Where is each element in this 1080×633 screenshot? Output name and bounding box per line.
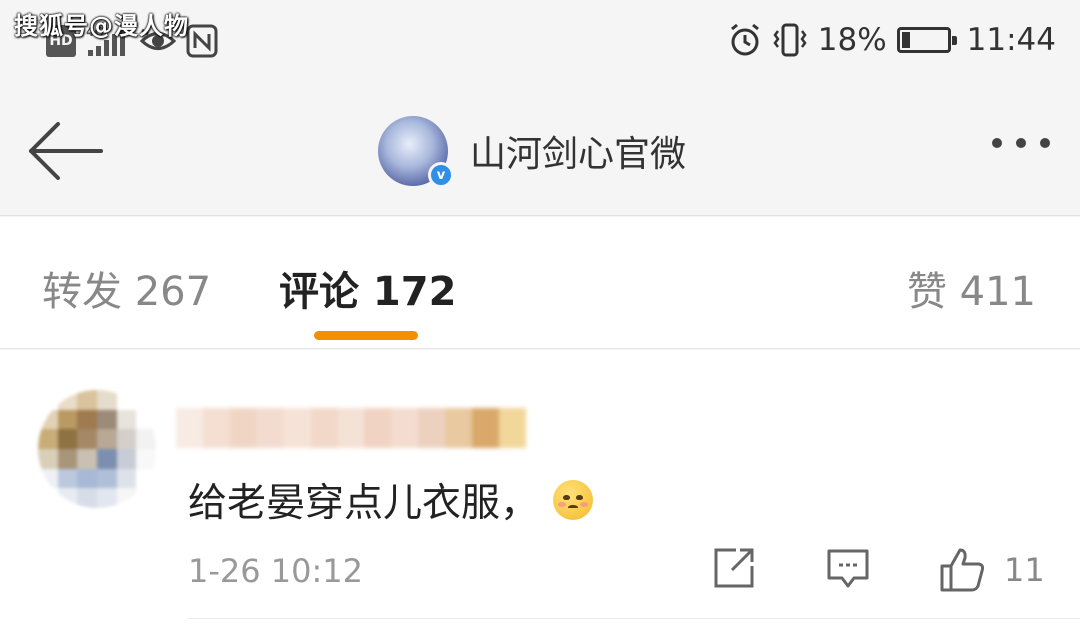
avatar-pixel [96,429,117,449]
comment-icon [827,549,869,588]
tab-repost[interactable]: 转发 267 [42,259,211,317]
name-pixel [472,408,500,448]
reply-button[interactable] [826,546,870,594]
name-pixel [283,408,311,448]
avatar-pixel [116,448,137,469]
like-count: 11 [1004,551,1045,589]
avatar-pixel [136,390,156,410]
comment-body: 给老晏穿点儿衣服， [188,472,594,528]
status-right: 18% ⚡ 11:44 [728,22,1056,58]
avatar-pixel [38,468,58,489]
more-options-button[interactable] [992,138,1050,148]
avatar-pixel [136,488,156,508]
back-button[interactable] [26,116,106,186]
name-pixel [256,408,284,448]
active-tab-indicator [314,331,418,340]
name-pixel [391,408,419,448]
avatar-pixel [57,468,78,489]
status-time: 11:44 [966,22,1056,58]
share-icon [714,548,754,588]
avatar-pixel [116,468,137,489]
more-dots-icon [1016,138,1026,148]
avatar-pixel [77,409,97,430]
name-pixel [499,408,526,448]
avatar-pixel [136,429,156,449]
avatar-pixel [96,409,117,430]
avatar-pixel [38,448,58,469]
tab-comment[interactable]: 评论 172 [279,259,456,317]
avatar-pixel [57,488,78,508]
tab-like[interactable]: 赞 411 [907,259,1036,317]
avatar-pixel [57,429,78,449]
name-pixel [202,408,230,448]
avatar-pixel [38,390,58,410]
avatar-pixel [136,409,156,430]
avatar-pixel [136,468,156,489]
battery-percent: 18% [817,22,887,58]
avatar-pixel [116,429,137,449]
avatar-pixel [96,390,117,410]
avatar-pixel [77,488,97,508]
name-pixel [229,408,257,448]
avatar-pixel [116,409,137,430]
avatar-pixel [38,488,58,508]
avatar-pixel [77,468,97,489]
charging-bolt-icon: ⚡ [915,29,930,53]
name-pixel [176,408,203,448]
tab-bar: 转发 267 评论 172 赞 411 [0,217,1080,349]
watermark: 搜狐号@漫人物 [14,12,189,40]
name-pixel [310,408,338,448]
avatar-pixel [77,390,97,410]
avatar-pixel [38,409,58,430]
battery-icon: ⚡ [896,27,957,53]
avatar-pixel [57,409,78,430]
account-header[interactable]: v 山河剑心官微 [378,116,687,188]
name-pixel [418,408,446,448]
more-dots-icon [1040,138,1050,148]
vibrate-icon [773,23,807,57]
comment-actions: 11 [0,546,1080,596]
name-pixel [445,408,473,448]
page-title: 山河剑心官微 [470,134,687,175]
comment-text: 给老晏穿点儿衣服， [188,481,540,526]
avatar-pixel [96,468,117,489]
like-button[interactable]: 11 [938,546,1045,594]
avatar-pixel [116,488,137,508]
divider [188,618,1080,619]
avatar-pixel [96,488,117,508]
thumbs-up-icon [940,548,985,592]
avatar-pixel [57,390,78,410]
avatar-pixel [77,429,97,449]
avatar-pixel [77,448,97,469]
back-arrow-icon [29,122,103,180]
avatar-pixel [136,448,156,469]
nav-bar: v 山河剑心官微 [0,86,1080,216]
share-button[interactable] [712,546,756,594]
avatar-pixel [96,448,117,469]
comment-list: 给老晏穿点儿衣服， 1-26 10:12 11 [0,350,1080,633]
account-avatar[interactable]: v [378,116,454,188]
verified-badge-icon: v [428,162,454,188]
commenter-avatar[interactable] [38,390,156,508]
commenter-name[interactable] [176,408,526,448]
avatar-pixel [38,429,58,449]
alarm-icon [730,23,759,56]
name-pixel [364,408,392,448]
avatar-pixel [116,390,137,410]
pleading-face-emoji [553,480,594,520]
avatar-pixel [57,448,78,469]
battery-fill [901,32,911,48]
name-pixel [337,408,365,448]
more-dots-icon [992,138,1002,148]
nfc-icon [186,24,218,58]
